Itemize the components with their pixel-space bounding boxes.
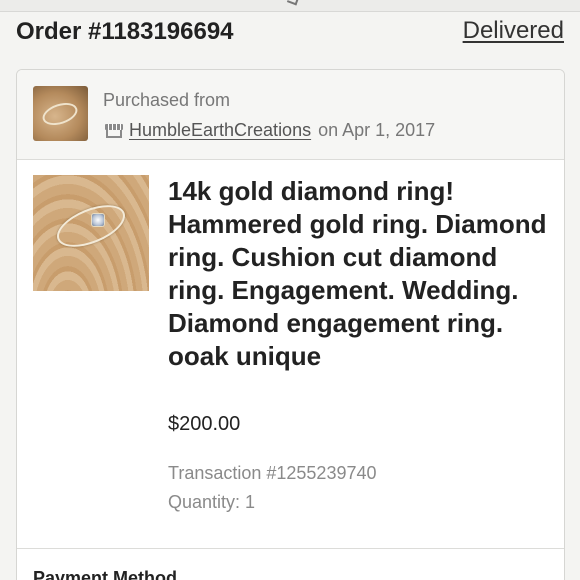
- item-section: 14k gold diamond ring! Hammered gold rin…: [17, 161, 564, 551]
- shop-row: HumbleEarthCreations on Apr 1, 2017: [105, 118, 435, 142]
- delivered-status-link[interactable]: Delivered: [463, 17, 564, 45]
- ring-image: [39, 98, 81, 130]
- diamond-image: [91, 213, 105, 227]
- purchased-from-label: Purchased from: [103, 90, 231, 110]
- item-thumbnail[interactable]: [33, 175, 149, 291]
- shop-name-link[interactable]: HumbleEarthCreations: [129, 120, 311, 141]
- order-header: Order #1183196694 Delivered: [0, 12, 580, 68]
- transaction-number: Transaction #1255239740: [168, 463, 377, 483]
- shop-thumbnail[interactable]: [33, 86, 88, 141]
- payment-method-heading: Payment Method: [33, 568, 178, 580]
- shop-icon: [105, 123, 123, 138]
- purchase-date: on Apr 1, 2017: [318, 119, 436, 140]
- item-price: $200.00: [168, 413, 241, 435]
- order-card: Purchased from HumbleEarthCreations on A…: [16, 69, 565, 580]
- partial-glyph-icon: [286, 0, 300, 6]
- top-edge: [0, 0, 580, 12]
- order-number: Order #1183196694: [16, 18, 234, 45]
- item-quantity: Quantity: 1: [168, 492, 256, 512]
- item-title[interactable]: 14k gold diamond ring! Hammered gold rin…: [168, 175, 553, 373]
- shop-section: Purchased from HumbleEarthCreations on A…: [17, 70, 564, 160]
- section-divider: [17, 548, 564, 549]
